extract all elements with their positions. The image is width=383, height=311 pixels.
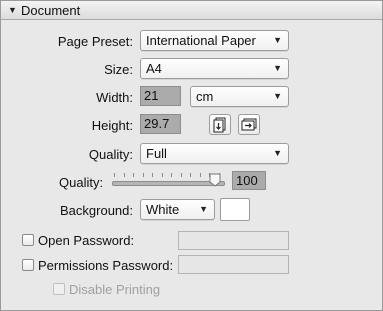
height-value: 29.7 — [144, 116, 170, 131]
quality-slider-label: Quality: — [59, 175, 104, 190]
page-preset-value: International Paper — [146, 33, 256, 48]
slider-tick — [142, 173, 144, 177]
section-title: Document — [21, 3, 81, 18]
open-password-checkbox[interactable] — [22, 234, 34, 246]
section-header[interactable]: ▼ Document — [1, 1, 382, 20]
width-label: Width: — [96, 90, 133, 105]
chevron-down-icon: ▼ — [273, 35, 282, 45]
size-label: Size: — [104, 62, 133, 77]
page-preset-label: Page Preset: — [57, 34, 133, 49]
page-preset-select[interactable]: International Paper ▼ — [140, 30, 289, 51]
units-value: cm — [196, 89, 214, 104]
size-value: A4 — [146, 61, 162, 76]
disable-printing-checkbox[interactable] — [53, 283, 65, 295]
slider-tick — [114, 173, 115, 177]
quality-preset-value: Full — [146, 146, 167, 161]
size-select[interactable]: A4 ▼ — [140, 58, 289, 79]
height-field[interactable]: 29.7 — [140, 114, 181, 134]
chevron-down-icon: ▼ — [199, 204, 208, 214]
permissions-password-checkbox[interactable] — [22, 259, 34, 271]
quality-preset-select[interactable]: Full ▼ — [140, 143, 289, 164]
landscape-button[interactable] — [238, 114, 260, 135]
open-password-field[interactable] — [178, 231, 289, 250]
quality-preset-label: Quality: — [88, 147, 133, 162]
slider-tick — [180, 173, 182, 177]
landscape-orientation-icon — [241, 118, 257, 131]
slider-tick — [171, 173, 173, 177]
units-select[interactable]: cm ▼ — [190, 86, 289, 107]
slider-tick — [161, 173, 163, 177]
chevron-down-icon: ▼ — [273, 91, 282, 101]
document-panel: ▼ Document Page Preset: International Pa… — [0, 0, 383, 311]
width-field[interactable]: 21 — [140, 86, 181, 106]
chevron-down-icon: ▼ — [273, 148, 282, 158]
portrait-orientation-icon — [213, 117, 226, 133]
background-select[interactable]: White ▼ — [140, 199, 215, 220]
quality-value: 100 — [236, 173, 258, 188]
background-value: White — [146, 202, 180, 217]
open-password-label: Open Password: — [38, 233, 135, 248]
disclosure-triangle-icon[interactable]: ▼ — [8, 5, 17, 15]
permissions-password-field[interactable] — [178, 255, 289, 274]
slider-tick — [152, 173, 154, 177]
chevron-down-icon: ▼ — [273, 63, 282, 73]
quality-value-field[interactable]: 100 — [232, 171, 266, 190]
slider-tick — [133, 173, 135, 177]
disable-printing-label: Disable Printing — [69, 282, 161, 297]
background-label: Background: — [60, 203, 133, 218]
width-value: 21 — [144, 88, 159, 103]
height-label: Height: — [91, 118, 133, 133]
background-color-swatch[interactable] — [220, 198, 250, 221]
permissions-password-label: Permissions Password: — [38, 258, 174, 273]
slider-thumb[interactable] — [209, 173, 221, 187]
slider-tick — [199, 173, 201, 177]
portrait-button[interactable] — [209, 114, 231, 135]
slider-tick — [190, 173, 192, 177]
slider-tick — [123, 173, 125, 177]
